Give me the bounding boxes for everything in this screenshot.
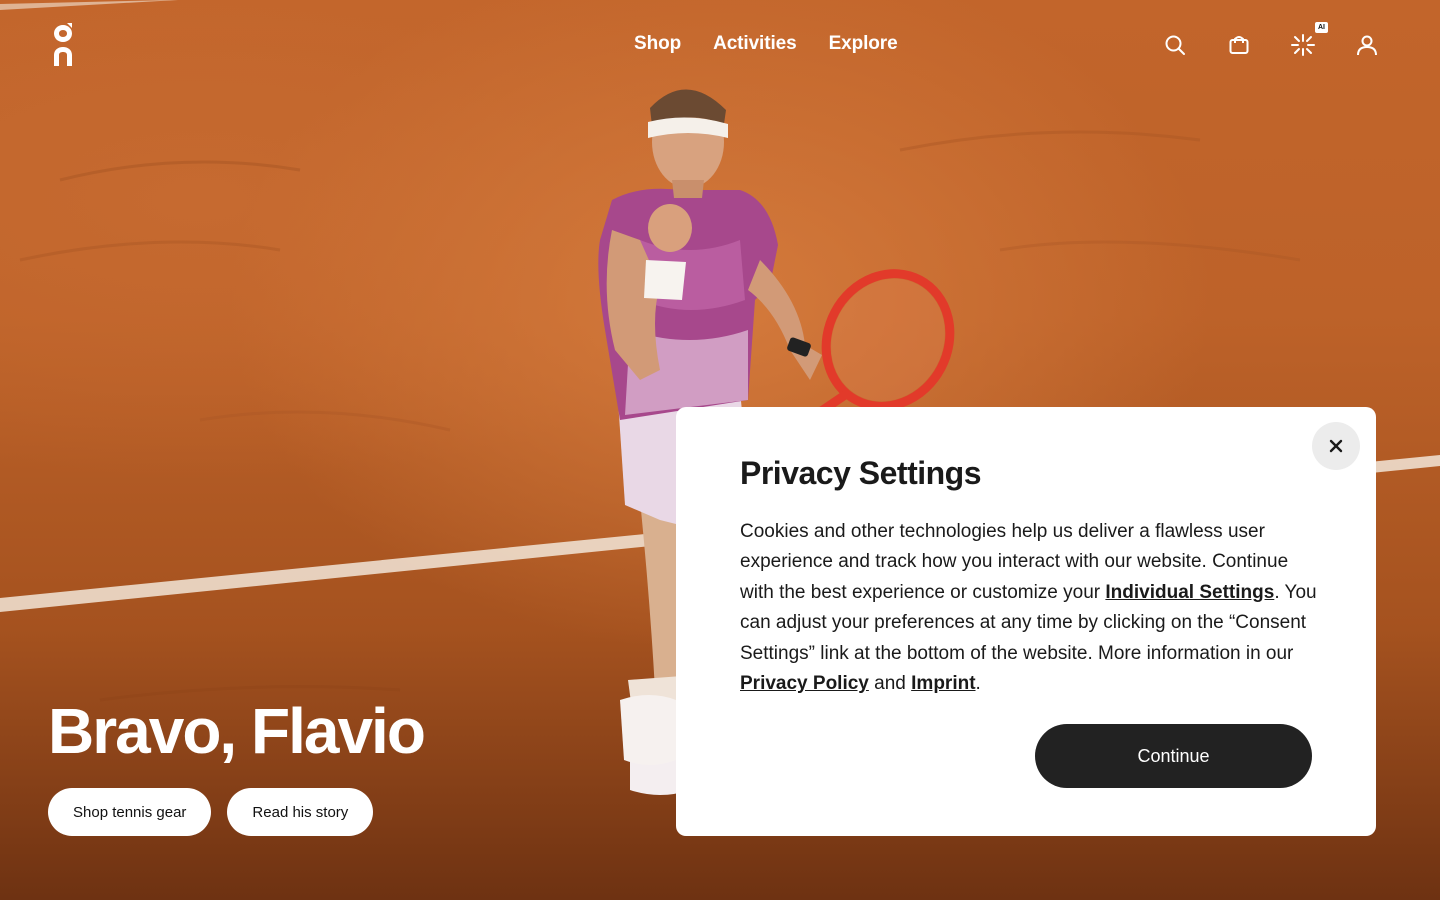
body-text-3: and xyxy=(868,673,912,695)
main-nav: Shop Activities Explore xyxy=(634,33,898,55)
close-icon xyxy=(1329,439,1343,453)
header-icons: AI xyxy=(1162,22,1380,60)
body-text-4: . xyxy=(975,673,981,695)
cart-button[interactable] xyxy=(1226,30,1252,60)
ai-assistant-icon xyxy=(1291,34,1315,56)
nav-shop[interactable]: Shop xyxy=(634,33,681,55)
on-logo[interactable] xyxy=(50,22,76,68)
nav-activities[interactable]: Activities xyxy=(713,33,797,55)
search-button[interactable] xyxy=(1162,30,1188,60)
imprint-link[interactable]: Imprint xyxy=(911,673,975,694)
continue-button[interactable]: Continue xyxy=(1035,724,1312,788)
hero-title: Bravo, Flavio xyxy=(48,695,426,767)
modal-body: Cookies and other technologies help us d… xyxy=(740,517,1320,699)
search-icon xyxy=(1165,35,1185,55)
ai-badge: AI xyxy=(1315,22,1328,33)
modal-title: Privacy Settings xyxy=(740,455,982,491)
read-story-button[interactable]: Read his story xyxy=(227,788,374,836)
nav-explore[interactable]: Explore xyxy=(829,33,898,55)
bag-icon xyxy=(1229,36,1249,54)
shop-tennis-gear-button[interactable]: Shop tennis gear xyxy=(48,788,212,836)
privacy-policy-link[interactable]: Privacy Policy xyxy=(740,673,869,694)
account-icon xyxy=(1357,35,1377,56)
individual-settings-link[interactable]: Individual Settings xyxy=(1105,582,1274,603)
close-modal-button[interactable] xyxy=(1312,422,1360,470)
hero-ctas: Shop tennis gear Read his story xyxy=(48,788,374,836)
ai-assistant-button[interactable]: AI xyxy=(1290,22,1328,60)
account-button[interactable] xyxy=(1354,30,1380,60)
privacy-settings-modal: Privacy Settings Cookies and other techn… xyxy=(676,407,1376,836)
